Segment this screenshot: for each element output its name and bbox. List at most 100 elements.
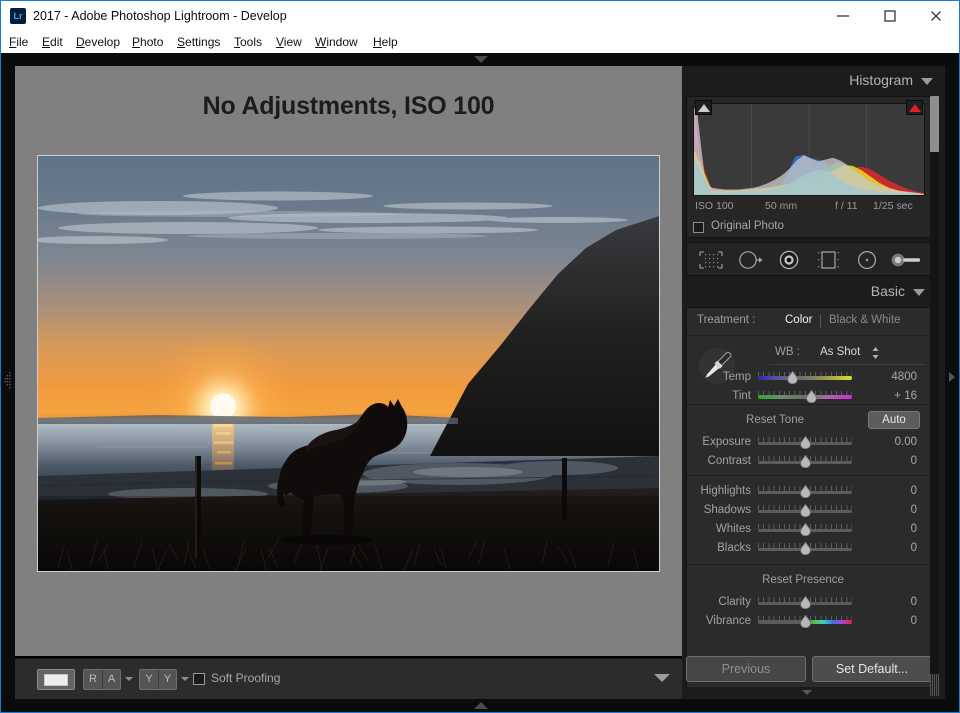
wb-value[interactable]: As Shot — [820, 346, 860, 358]
spot-removal-tool[interactable] — [732, 248, 768, 272]
spot-removal-icon — [739, 251, 763, 269]
soft-proofing-label: Soft Proofing — [211, 671, 281, 685]
slider-value-blacks[interactable]: 0 — [865, 542, 917, 554]
menu-item-settings[interactable]: Settings — [177, 33, 220, 51]
slider-value-shadows[interactable]: 0 — [865, 504, 917, 516]
slider-value-whites[interactable]: 0 — [865, 523, 917, 535]
scrollbar-thumb[interactable] — [930, 96, 939, 152]
histogram-panel-header[interactable]: Histogram — [682, 66, 945, 96]
auto-tone-button[interactable]: Auto — [868, 411, 920, 429]
treatment-color-option[interactable]: Color — [785, 314, 812, 326]
slider-row-vibrance[interactable]: Vibrance 0 — [687, 612, 931, 631]
treatment-bw-option[interactable]: Black & White — [829, 314, 901, 326]
app-icon: Lr — [10, 8, 26, 24]
histogram-graph[interactable] — [693, 103, 925, 196]
histogram-collapse-icon[interactable] — [921, 78, 933, 85]
minimize-button[interactable] — [820, 1, 866, 31]
close-button[interactable] — [913, 1, 959, 31]
slider-thumb-tint[interactable] — [806, 389, 817, 404]
slider-thumb-blacks[interactable] — [799, 541, 811, 556]
slider-value-highlights[interactable]: 0 — [865, 485, 917, 497]
slider-row-whites[interactable]: Whites 0 — [687, 520, 931, 539]
right-panel: Histogram ISO 100 50 mm f / 11 1/25 sec … — [682, 66, 945, 699]
menu-item-tools[interactable]: Tools — [234, 33, 262, 51]
title-bar: Lr 2017 - Adobe Photoshop Lightroom - De… — [1, 1, 959, 31]
basic-panel-header[interactable]: Basic — [682, 279, 937, 307]
histogram-panel: ISO 100 50 mm f / 11 1/25 sec Original P… — [686, 96, 932, 238]
slider-row-blacks[interactable]: Blacks 0 — [687, 539, 931, 558]
left-panel-collapse-handle[interactable] — [1, 66, 15, 699]
panel-scroll-footer[interactable] — [686, 687, 932, 699]
slider-thumb-exposure[interactable] — [799, 435, 811, 450]
reset-tone-label[interactable]: Reset Tone — [687, 414, 863, 426]
basic-panel: Treatment : Color Black & White WB: As … — [686, 307, 932, 699]
soft-proofing-checkbox[interactable] — [193, 673, 205, 685]
slider-row-shadows[interactable]: Shadows 0 — [687, 501, 931, 520]
slider-value-temp[interactable]: 4800 — [865, 371, 917, 383]
histogram-title: Histogram — [849, 72, 913, 88]
slider-track-temp[interactable] — [758, 376, 852, 380]
menu-item-help[interactable]: Help — [373, 33, 398, 51]
slider-thumb-highlights[interactable] — [799, 484, 811, 499]
menu-item-window[interactable]: Window — [315, 33, 358, 51]
top-panel-collapse-strip[interactable] — [1, 53, 959, 66]
slider-thumb-clarity[interactable] — [799, 595, 811, 610]
menu-item-edit[interactable]: Edit — [42, 33, 63, 51]
right-panel-collapse-handle[interactable] — [945, 66, 959, 699]
survey-view-button[interactable]: Y Y — [139, 669, 177, 690]
menu-item-view[interactable]: View — [276, 33, 302, 51]
slider-thumb-contrast[interactable] — [799, 454, 811, 469]
menu-item-photo[interactable]: Photo — [132, 33, 163, 51]
image-canvas[interactable]: No Adjustments, ISO 100 — [15, 66, 682, 656]
slider-value-contrast[interactable]: 0 — [865, 455, 917, 467]
wb-stepper-icon[interactable] — [872, 347, 879, 359]
highlight-clipping-button[interactable] — [906, 100, 923, 115]
after-label: A — [102, 670, 120, 689]
before-after-dropdown-caret-icon[interactable] — [125, 677, 133, 681]
slider-row-clarity[interactable]: Clarity 0 — [687, 593, 931, 612]
slider-row-contrast[interactable]: Contrast 0 — [687, 452, 931, 471]
photo-image[interactable] — [38, 156, 659, 571]
adjustment-brush-tool[interactable] — [888, 248, 924, 272]
survey-dropdown-caret-icon[interactable] — [181, 677, 189, 681]
reset-presence-label[interactable]: Reset Presence — [687, 574, 919, 586]
slider-value-exposure[interactable]: 0.00 — [865, 436, 917, 448]
previous-button[interactable]: Previous — [686, 656, 806, 682]
slider-label-clarity: Clarity — [718, 596, 751, 608]
exif-aperture: f / 11 — [835, 200, 858, 212]
slider-track-tint[interactable] — [758, 395, 852, 399]
loupe-view-button[interactable] — [37, 669, 75, 690]
right-panel-scrollbar[interactable] — [930, 96, 939, 696]
tone-detail-section: Highlights 0 Shadows 0 Whites 0 Blacks 0 — [687, 476, 931, 565]
slider-value-vibrance[interactable]: 0 — [865, 615, 917, 627]
slider-row-highlights[interactable]: Highlights 0 — [687, 482, 931, 501]
slider-thumb-whites[interactable] — [799, 522, 811, 537]
original-photo-checkbox[interactable] — [693, 222, 704, 233]
basic-collapse-icon[interactable] — [913, 289, 925, 296]
close-icon — [931, 11, 941, 21]
slider-row-exposure[interactable]: Exposure 0.00 — [687, 433, 931, 452]
shadow-clipping-button[interactable] — [695, 100, 712, 115]
crop-overlay-tool[interactable] — [693, 248, 729, 272]
slider-value-clarity[interactable]: 0 — [865, 596, 917, 608]
slider-row-tint[interactable]: Tint + 16 — [687, 387, 931, 406]
bottom-panel-collapse-strip[interactable] — [1, 699, 959, 712]
set-default-button[interactable]: Set Default... — [812, 656, 932, 682]
panel-scroll-down-icon — [802, 690, 812, 695]
slider-thumb-temp[interactable] — [787, 370, 799, 385]
slider-row-temp[interactable]: Temp 4800 — [687, 368, 931, 387]
slider-thumb-shadows[interactable] — [799, 503, 811, 518]
before-after-view-button[interactable]: R A — [83, 669, 121, 690]
menu-item-file[interactable]: File — [9, 33, 28, 51]
radial-filter-tool[interactable] — [849, 248, 885, 272]
graduated-filter-tool[interactable] — [810, 248, 846, 272]
toolbar-options-chevron-icon[interactable] — [654, 674, 670, 682]
presence-header: Reset Presence — [687, 569, 931, 593]
maximize-icon — [884, 10, 896, 22]
red-eye-correction-tool[interactable] — [771, 248, 807, 272]
slider-value-tint[interactable]: + 16 — [865, 390, 917, 402]
menu-item-develop[interactable]: Develop — [76, 33, 120, 51]
maximize-button[interactable] — [867, 1, 913, 31]
slider-label-temp: Temp — [722, 371, 751, 383]
slider-thumb-vibrance[interactable] — [799, 614, 811, 629]
